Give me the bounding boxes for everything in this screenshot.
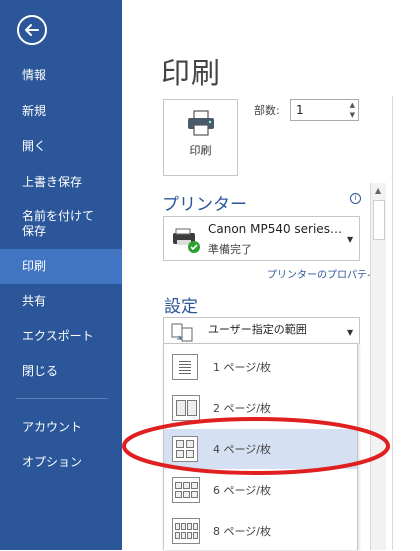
nav-save[interactable]: 上書き保存 [0, 175, 122, 190]
nav-print[interactable]: 印刷 [0, 249, 122, 284]
dropdown-option-8-pages[interactable]: 8 ページ/枚 [164, 511, 357, 551]
six-pages-icon [172, 477, 200, 503]
backstage-sidebar: 情報 新規 開く 上書き保存 名前を付けて 保存 印刷 共有 エクスポート 閉じ… [0, 0, 122, 550]
nav-account[interactable]: アカウント [0, 420, 122, 435]
back-button[interactable] [17, 15, 47, 45]
nav-new[interactable]: 新規 [0, 104, 122, 119]
dropdown-option-4-pages[interactable]: 4 ページ/枚 [164, 429, 357, 469]
settings-section-title: 設定 [164, 297, 198, 317]
eight-pages-icon [172, 518, 200, 544]
dropdown-option-6-pages[interactable]: 6 ページ/枚 [164, 470, 357, 510]
nav-save-as[interactable]: 名前を付けて 保存 [0, 209, 122, 239]
option-label: 8 ページ/枚 [213, 525, 271, 538]
one-page-icon [172, 354, 198, 380]
printer-select[interactable]: Canon MP540 series… 準備完了 ▼ [163, 216, 360, 261]
dropdown-option-2-pages[interactable]: 2 ページ/枚 [164, 388, 357, 428]
chevron-down-icon: ▼ [347, 328, 354, 337]
nav-share[interactable]: 共有 [0, 294, 122, 309]
printer-device-icon [173, 228, 200, 253]
print-range-value: ユーザー指定の範囲 [208, 323, 307, 336]
scroll-thumb[interactable] [373, 200, 385, 240]
nav-export[interactable]: エクスポート [0, 329, 122, 344]
page-title: 印刷 [161, 56, 222, 90]
print-button[interactable]: 印刷 [163, 99, 238, 176]
nav-close[interactable]: 閉じる [0, 364, 122, 379]
scroll-up-icon[interactable]: ▲ [375, 186, 381, 195]
printer-properties-link[interactable]: プリンターのプロパティ [267, 266, 376, 281]
four-pages-icon [172, 436, 198, 462]
dropdown-option-1-page[interactable]: 1 ページ/枚 [164, 347, 357, 387]
option-label: 4 ページ/枚 [213, 443, 271, 456]
nav-options[interactable]: オプション [0, 455, 122, 470]
two-pages-icon [172, 395, 200, 421]
printer-icon [188, 110, 214, 136]
preview-divider [392, 96, 393, 550]
copies-up-icon[interactable]: ▲ [350, 101, 355, 109]
nav-info[interactable]: 情報 [0, 68, 122, 83]
nav-divider [16, 398, 108, 399]
info-icon[interactable]: i [350, 193, 361, 204]
copies-label: 部数: [254, 104, 280, 117]
print-range-select[interactable]: ユーザー指定の範囲 ▼ [163, 317, 360, 344]
printer-section-title: プリンター [162, 195, 247, 215]
pages-icon [171, 323, 193, 342]
printer-name: Canon MP540 series… [208, 222, 342, 236]
option-label: 1 ページ/枚 [213, 361, 271, 374]
pages-per-sheet-dropdown: 1 ページ/枚 2 ページ/枚 4 ページ/枚 6 ページ/枚 8 ページ/枚 [163, 343, 358, 550]
printer-status: 準備完了 [208, 243, 252, 256]
settings-scrollbar[interactable]: ▲ [370, 183, 386, 550]
chevron-down-icon: ▼ [347, 235, 354, 244]
back-arrow-icon [25, 24, 39, 36]
option-label: 6 ページ/枚 [213, 484, 271, 497]
copies-value: 1 [296, 103, 304, 117]
print-button-label: 印刷 [189, 144, 212, 157]
option-label: 2 ページ/枚 [213, 402, 271, 415]
nav-open[interactable]: 開く [0, 139, 122, 154]
copies-down-icon[interactable]: ▼ [350, 111, 355, 119]
copies-input[interactable]: 1 ▲ ▼ [290, 99, 359, 121]
